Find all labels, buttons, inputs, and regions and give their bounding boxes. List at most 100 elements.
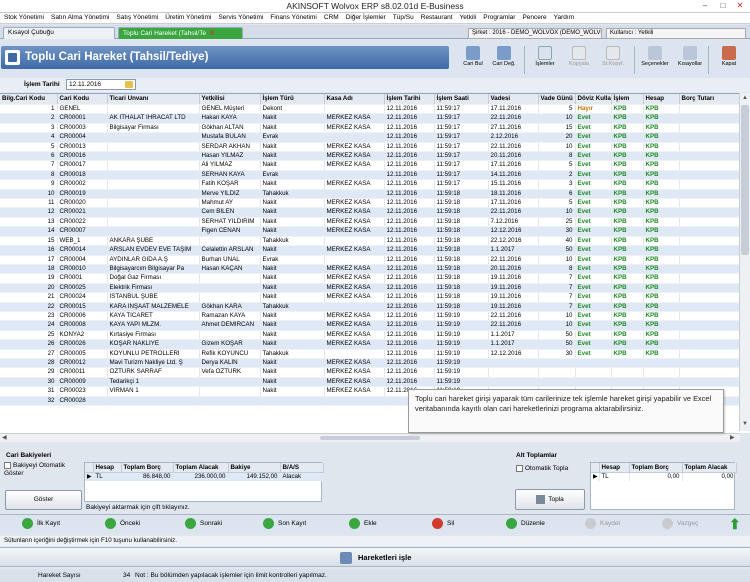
- column-header[interactable]: Ticari Unvanı: [107, 94, 200, 105]
- table-cell[interactable]: CR00004: [57, 132, 108, 143]
- kisayollar-button[interactable]: Kısayollar: [674, 44, 706, 76]
- table-cell[interactable]: Merve YILDIZ: [199, 189, 261, 200]
- table-cell[interactable]: KPB: [643, 189, 680, 200]
- scroll-right-icon[interactable]: ▶: [730, 434, 735, 441]
- table-cell[interactable]: Evet: [575, 311, 612, 322]
- table-cell[interactable]: KPB: [611, 236, 644, 247]
- table-cell[interactable]: KPB: [611, 142, 644, 153]
- table-cell[interactable]: KPB: [643, 170, 680, 181]
- table-cell[interactable]: CR00028: [57, 396, 108, 407]
- table-cell[interactable]: 22.11.2016: [488, 320, 539, 331]
- table-cell[interactable]: KPB: [643, 320, 680, 331]
- table-cell[interactable]: 2: [538, 170, 576, 181]
- table-cell[interactable]: 14: [0, 226, 58, 237]
- table-cell[interactable]: 11:59:17: [434, 160, 489, 171]
- table-cell[interactable]: 17.11.2016: [488, 104, 539, 115]
- table-cell[interactable]: 22.12.2016: [488, 236, 539, 247]
- table-cell[interactable]: Nakit: [260, 330, 325, 341]
- table-cell[interactable]: 28: [0, 358, 58, 369]
- table-cell[interactable]: 10: [538, 311, 576, 322]
- menu-item[interactable]: Tüp/Su: [389, 13, 417, 21]
- table-cell[interactable]: 31: [0, 386, 58, 397]
- table-cell[interactable]: Nakit: [260, 217, 325, 228]
- column-header[interactable]: Hesap: [643, 94, 680, 105]
- table-cell[interactable]: 11:59:17: [434, 170, 489, 181]
- tab-kisayol[interactable]: Kısayol Çubuğu: [3, 27, 115, 39]
- table-cell[interactable]: CR00005: [57, 349, 108, 359]
- column-header[interactable]: Bilg.Cari Kodu: [0, 94, 58, 105]
- table-cell[interactable]: MERKEZ KASA: [324, 311, 385, 322]
- table-cell[interactable]: KPB: [643, 339, 680, 350]
- save-button[interactable]: Kaydet: [585, 518, 620, 529]
- table-cell[interactable]: [679, 330, 742, 341]
- table-cell[interactable]: Derya KALIN: [199, 358, 261, 369]
- table-cell[interactable]: CR00024: [57, 292, 108, 303]
- table-cell[interactable]: [643, 358, 680, 369]
- table-cell[interactable]: [679, 236, 742, 247]
- table-cell[interactable]: Nakit: [260, 358, 325, 369]
- table-cell[interactable]: [324, 349, 385, 359]
- table-cell[interactable]: Burhan ÜNAL: [199, 255, 261, 265]
- column-header[interactable]: Borç Tutarı: [679, 94, 742, 105]
- table-cell[interactable]: Fatih KOŞAR: [199, 179, 261, 190]
- column-header[interactable]: İşlem Tarihi: [384, 94, 435, 105]
- table-cell[interactable]: 11:59:17: [434, 104, 489, 115]
- table-cell[interactable]: 12.11.2016: [384, 302, 435, 312]
- table-cell[interactable]: Evet: [575, 217, 612, 228]
- table-cell[interactable]: MERKEZ KASA: [324, 273, 385, 284]
- table-cell[interactable]: [679, 292, 742, 303]
- table-cell[interactable]: WEB_1: [57, 236, 108, 247]
- menu-item[interactable]: Restaurant: [417, 13, 456, 21]
- table-cell[interactable]: [643, 367, 680, 378]
- table-cell[interactable]: KPB: [643, 179, 680, 190]
- table-cell[interactable]: 4: [0, 132, 58, 143]
- table-cell[interactable]: 26: [0, 339, 58, 350]
- table-cell[interactable]: [107, 142, 200, 153]
- table-cell[interactable]: AYDINLAR GIDA A.Ş: [107, 255, 200, 265]
- table-cell[interactable]: 1: [0, 104, 58, 115]
- table-cell[interactable]: Nakit: [260, 283, 325, 294]
- table-cell[interactable]: [679, 179, 742, 190]
- table-cell[interactable]: 11:59:19: [434, 367, 489, 378]
- table-cell[interactable]: Evet: [575, 179, 612, 190]
- table-cell[interactable]: 11:59:18: [434, 264, 489, 275]
- delete-button[interactable]: Sil: [432, 518, 454, 529]
- table-cell[interactable]: 7: [538, 302, 576, 312]
- table-cell[interactable]: MERKEZ KASA: [324, 217, 385, 228]
- table-cell[interactable]: 30: [538, 349, 576, 359]
- table-cell[interactable]: 21: [0, 292, 58, 303]
- table-cell[interactable]: [324, 396, 385, 407]
- table-cell[interactable]: Nakit: [260, 160, 325, 171]
- table-cell[interactable]: KPB: [611, 226, 644, 237]
- table-cell[interactable]: KPB: [643, 283, 680, 294]
- table-cell[interactable]: Vefa ÖZTÜRK: [199, 367, 261, 378]
- table-cell[interactable]: 3: [538, 179, 576, 190]
- table-cell[interactable]: Cem BİLEN: [199, 207, 261, 218]
- table-cell[interactable]: Mahmut AY: [199, 198, 261, 209]
- table-cell[interactable]: KPB: [611, 292, 644, 303]
- table-cell[interactable]: 12.11.2016: [384, 367, 435, 378]
- table-cell[interactable]: [538, 358, 576, 369]
- table-cell[interactable]: CR00003: [57, 123, 108, 134]
- table-cell[interactable]: Evet: [575, 339, 612, 350]
- table-cell[interactable]: 1.1.2017: [488, 330, 539, 341]
- table-cell[interactable]: Nakit: [260, 367, 325, 378]
- table-cell[interactable]: VİRMAN 1: [107, 386, 200, 397]
- menu-item[interactable]: Yetkili: [456, 13, 480, 21]
- table-cell[interactable]: CR00022: [57, 217, 108, 228]
- table-cell[interactable]: [679, 339, 742, 350]
- table-row[interactable]: 7 CR00017 Ali YILMAZ Nakit MERKEZ KASA 12.11.…: [0, 160, 742, 171]
- table-cell[interactable]: KPB: [643, 132, 680, 143]
- table-cell[interactable]: [679, 189, 742, 200]
- table-cell[interactable]: Nakit: [260, 198, 325, 209]
- table-cell[interactable]: Elektrik Firması: [107, 283, 200, 294]
- table-cell[interactable]: [107, 207, 200, 218]
- auto-total-checkbox[interactable]: Otomatik Topla: [516, 465, 568, 472]
- table-cell[interactable]: KPB: [611, 160, 644, 171]
- table-cell[interactable]: KPB: [611, 104, 644, 115]
- table-cell[interactable]: [679, 170, 742, 181]
- table-row[interactable]: 18 CR00010 Bilgisayarcım Bilgisayar Pa Hasa…: [0, 264, 742, 275]
- table-cell[interactable]: 12.11.2016: [384, 292, 435, 303]
- minimize-icon[interactable]: –: [698, 1, 712, 11]
- table-cell[interactable]: [107, 198, 200, 209]
